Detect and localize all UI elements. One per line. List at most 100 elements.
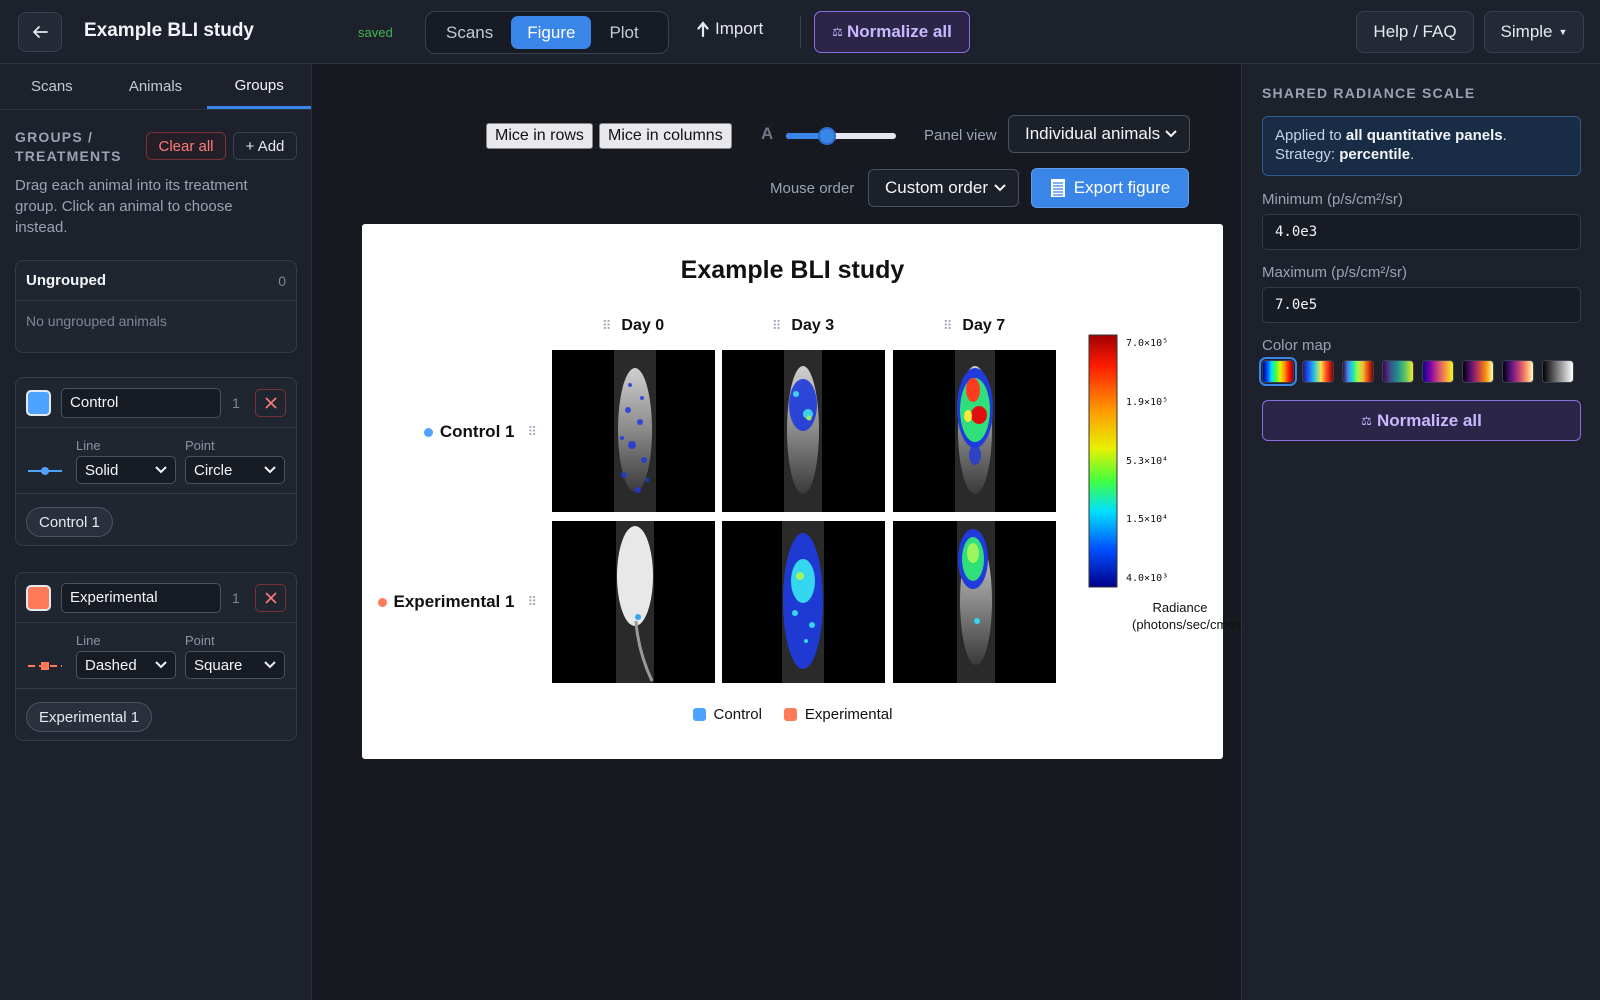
radiance-scale-info: Applied to all quantitative panels. Stra…	[1262, 116, 1581, 176]
point-style-select[interactable]: Circle	[185, 456, 285, 484]
color-map-picker	[1259, 357, 1574, 386]
chevron-down-icon	[994, 184, 1006, 192]
document-icon	[1050, 179, 1065, 197]
minimum-input[interactable]: 4.0e3	[1262, 214, 1581, 250]
sidebar-tab-scans[interactable]: Scans	[0, 64, 104, 109]
mice-in-columns-button[interactable]: Mice in columns	[599, 123, 732, 149]
radiance-scale-heading: SHARED RADIANCE SCALE	[1262, 85, 1476, 101]
row-label: Control 1	[439, 422, 515, 441]
group-count: 1	[232, 394, 240, 411]
panel-view-select[interactable]: Individual animals	[1008, 115, 1190, 153]
image-panel-experimental-day7[interactable]	[893, 521, 1056, 683]
group-name-input[interactable]	[61, 387, 222, 418]
point-label: Point	[185, 633, 215, 648]
chevron-down-icon	[155, 661, 167, 669]
row-color-dot	[377, 597, 387, 607]
colormap-turbo[interactable]	[1342, 360, 1374, 383]
normalize-all-label: Normalize all	[1376, 410, 1482, 430]
clear-all-button[interactable]: Clear all	[146, 132, 226, 160]
normalize-all-button[interactable]: ⚖ Normalize all	[814, 11, 970, 53]
row-header-control-1[interactable]: Control 1 ⠿	[372, 422, 537, 442]
mouse-scan-image	[782, 521, 824, 683]
colormap-viridis[interactable]	[1382, 360, 1414, 383]
drag-handle-icon[interactable]: ⠿	[527, 594, 537, 610]
ungrouped-header: Ungrouped 0	[16, 261, 296, 301]
colormap-jet[interactable]	[1259, 357, 1297, 386]
image-panel-control-day0[interactable]	[552, 350, 715, 512]
close-icon	[265, 591, 277, 604]
animal-chip[interactable]: Experimental 1	[26, 702, 153, 732]
import-button[interactable]: Import	[697, 19, 763, 39]
study-title: Example BLI study	[84, 20, 254, 41]
export-figure-button[interactable]: Export figure	[1031, 168, 1189, 208]
sidebar-tab-groups[interactable]: Groups	[207, 64, 312, 109]
drag-handle-icon[interactable]: ⠿	[943, 318, 953, 333]
column-label: Day 0	[621, 317, 665, 334]
column-header-day3[interactable]: ⠿ Day 3	[722, 317, 884, 335]
legend-label: Control	[713, 706, 762, 723]
colormap-inferno[interactable]	[1462, 360, 1494, 383]
ungrouped-card: Ungrouped 0 No ungrouped animals	[15, 260, 297, 353]
figure-canvas: Mice in rows Mice in columns A Panel vie…	[312, 64, 1250, 1000]
line-style-preview-icon	[28, 662, 62, 670]
group-color-swatch[interactable]	[26, 584, 52, 611]
tab-figure[interactable]: Figure	[511, 16, 592, 49]
tab-plot[interactable]: Plot	[593, 16, 654, 49]
mode-label: Simple	[1500, 22, 1553, 41]
image-panel-control-day3[interactable]	[722, 350, 885, 512]
colorbar-tick: 1.9×10⁵	[1126, 397, 1169, 408]
column-label: Day 7	[962, 317, 1006, 334]
mouse-scan-image	[957, 521, 995, 683]
balance-scale-icon: ⚖	[832, 25, 843, 39]
drag-handle-icon[interactable]: ⠿	[602, 318, 612, 333]
row-header-experimental-1[interactable]: Experimental 1 ⠿	[372, 592, 537, 612]
group-animals: Experimental 1	[16, 689, 296, 745]
sidebar-tab-animals[interactable]: Animals	[104, 64, 208, 109]
export-label: Export figure	[1073, 178, 1171, 197]
font-size-slider[interactable]	[786, 127, 896, 145]
image-panel-experimental-day0[interactable]	[552, 521, 715, 683]
drag-handle-icon[interactable]: ⠿	[772, 318, 782, 333]
right-sidebar: SHARED RADIANCE SCALE Applied to all qua…	[1241, 64, 1600, 1000]
image-panel-control-day7[interactable]	[893, 350, 1056, 512]
line-style-preview-icon	[28, 467, 62, 475]
back-button[interactable]	[18, 12, 62, 52]
add-group-button[interactable]: + Add	[233, 132, 297, 160]
group-header: 1	[16, 573, 296, 623]
maximum-input[interactable]: 7.0e5	[1262, 287, 1581, 323]
colormap-plasma[interactable]	[1422, 360, 1454, 383]
line-style-select[interactable]: Dashed	[76, 651, 176, 679]
mice-in-rows-button[interactable]: Mice in rows	[486, 123, 593, 149]
figure-title: Example BLI study	[680, 256, 905, 284]
colormap-gray[interactable]	[1542, 360, 1574, 383]
group-color-swatch[interactable]	[26, 389, 52, 416]
delete-group-button[interactable]	[255, 583, 286, 612]
normalize-all-button-sidebar[interactable]: ⚖ Normalize all	[1262, 400, 1581, 441]
colormap-magma[interactable]	[1502, 360, 1534, 383]
help-faq-button[interactable]: Help / FAQ	[1356, 11, 1474, 53]
toolbar-divider	[800, 16, 801, 48]
drag-handle-icon[interactable]: ⠿	[527, 424, 537, 440]
column-header-day7[interactable]: ⠿ Day 7	[893, 317, 1055, 335]
top-bar: Example BLI study saved Scans Figure Plo…	[0, 0, 1600, 64]
minimum-label: Minimum (p/s/cm²/sr)	[1262, 191, 1403, 208]
group-name-input[interactable]	[61, 582, 222, 613]
animal-chip[interactable]: Control 1	[26, 507, 113, 537]
mode-dropdown[interactable]: Simple ▼	[1484, 11, 1584, 53]
slider-thumb[interactable]	[818, 127, 837, 145]
point-style-select[interactable]: Square	[185, 651, 285, 679]
column-header-day0[interactable]: ⠿ Day 0	[552, 317, 714, 335]
mouse-scan-image	[955, 350, 995, 512]
line-style-select[interactable]: Solid	[76, 456, 176, 484]
image-panel-experimental-day3[interactable]	[722, 521, 885, 683]
colorbar-tick: 4.0×10³	[1126, 573, 1169, 584]
info-suffix: .	[1410, 146, 1415, 163]
tab-scans[interactable]: Scans	[430, 16, 509, 49]
mouse-scan-image	[614, 350, 656, 512]
delete-group-button[interactable]	[255, 388, 286, 417]
info-target: all quantitative panels	[1345, 127, 1503, 144]
group-style-row: Line Point Solid Circle	[16, 428, 296, 494]
colormap-rainbow[interactable]	[1302, 360, 1334, 383]
mouse-order-select[interactable]: Custom order	[868, 169, 1019, 207]
line-label: Line	[76, 633, 101, 648]
